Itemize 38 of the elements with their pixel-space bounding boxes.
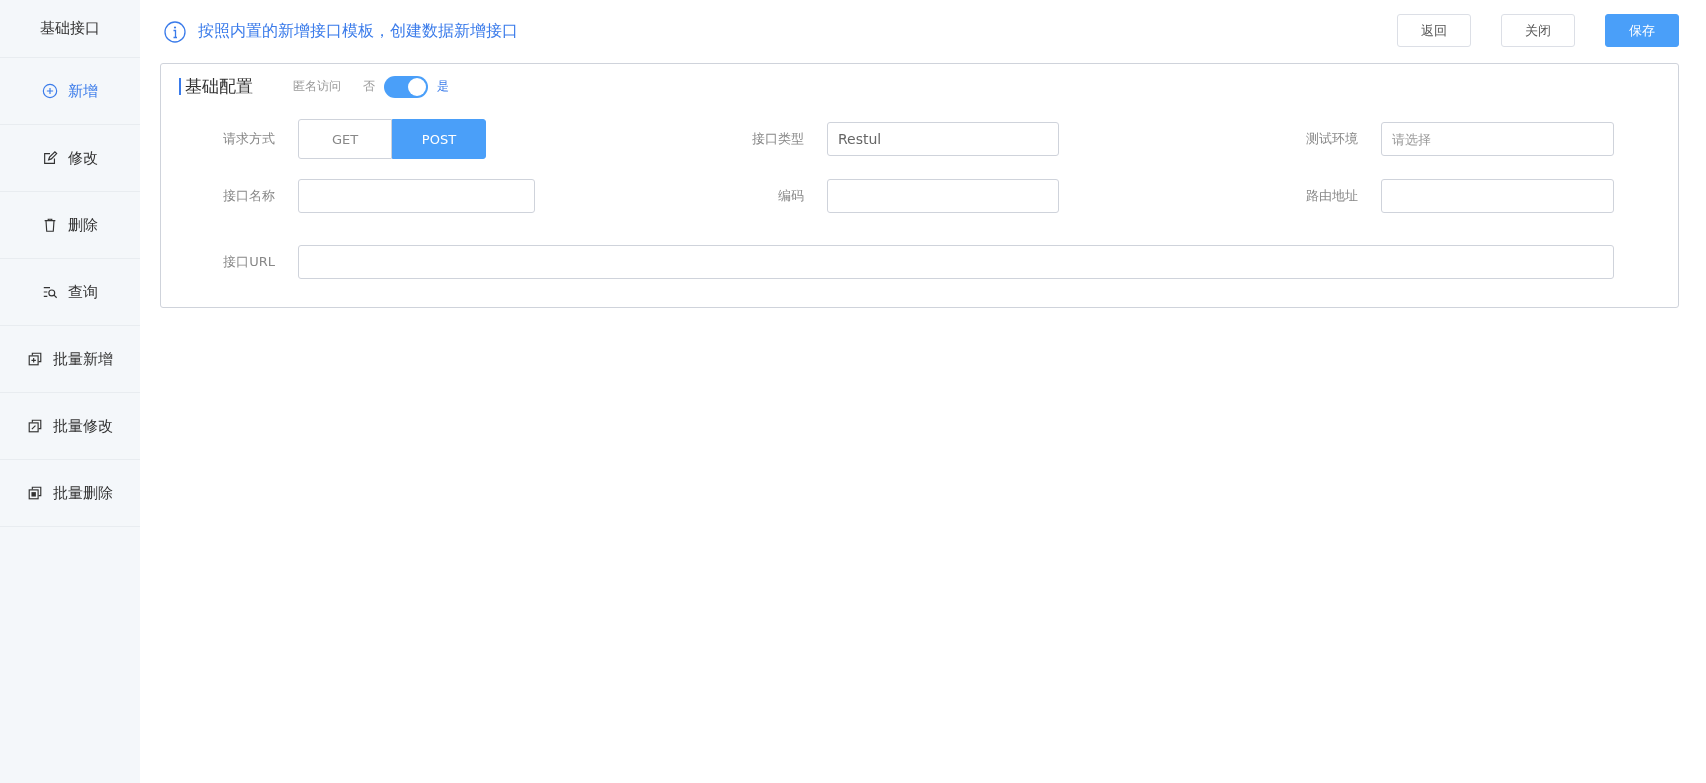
field-label: 编码 <box>777 187 805 205</box>
sidebar-title: 基础接口 <box>0 0 140 58</box>
stacked-squares-filled-icon <box>27 485 43 501</box>
sidebar-item[interactable]: 查询 <box>0 259 140 326</box>
stacked-squares-pencil-icon <box>27 418 43 434</box>
sidebar-item[interactable]: 批量新增 <box>0 326 140 393</box>
notice-text: 按照内置的新增接口模板，创建数据新增接口 <box>198 21 518 42</box>
trash-icon <box>42 217 58 233</box>
input-field[interactable]: Restul <box>827 122 1059 156</box>
sidebar-item[interactable]: 修改 <box>0 125 140 192</box>
field-label: 接口名称 <box>222 187 276 205</box>
field-label: 接口URL <box>222 253 276 271</box>
action-button[interactable]: 返回 <box>1397 14 1471 47</box>
list-search-icon <box>42 284 58 300</box>
info-icon <box>164 20 186 43</box>
input-field[interactable] <box>298 179 535 213</box>
sidebar-item[interactable]: 批量修改 <box>0 393 140 460</box>
field-label: 路由地址 <box>1305 187 1359 205</box>
input-field[interactable]: 请选择 <box>1381 122 1614 156</box>
sidebar-item[interactable]: 新增 <box>0 58 140 125</box>
field-label: 请求方式 <box>222 130 276 148</box>
input-field[interactable] <box>827 179 1059 213</box>
input-field[interactable] <box>1381 179 1614 213</box>
plus-circle-icon <box>42 83 58 99</box>
field-label: 测试环境 <box>1305 130 1359 148</box>
toggle-on-label: 是 <box>437 78 449 95</box>
edit-icon <box>42 150 58 166</box>
sidebar-item[interactable]: 批量删除 <box>0 460 140 527</box>
field-label: 接口类型 <box>751 130 805 148</box>
toggle-off-label: 否 <box>363 78 375 95</box>
anonymous-access-label: 匿名访问 <box>293 78 341 95</box>
anonymous-toggle[interactable] <box>384 75 428 98</box>
section-title: 基础配置 <box>179 78 253 95</box>
input-field[interactable] <box>298 245 1614 279</box>
sidebar-item[interactable]: 删除 <box>0 192 140 259</box>
method-option[interactable]: GET <box>298 119 392 159</box>
stacked-squares-plus-icon <box>27 351 43 367</box>
action-button[interactable]: 关闭 <box>1501 14 1575 47</box>
